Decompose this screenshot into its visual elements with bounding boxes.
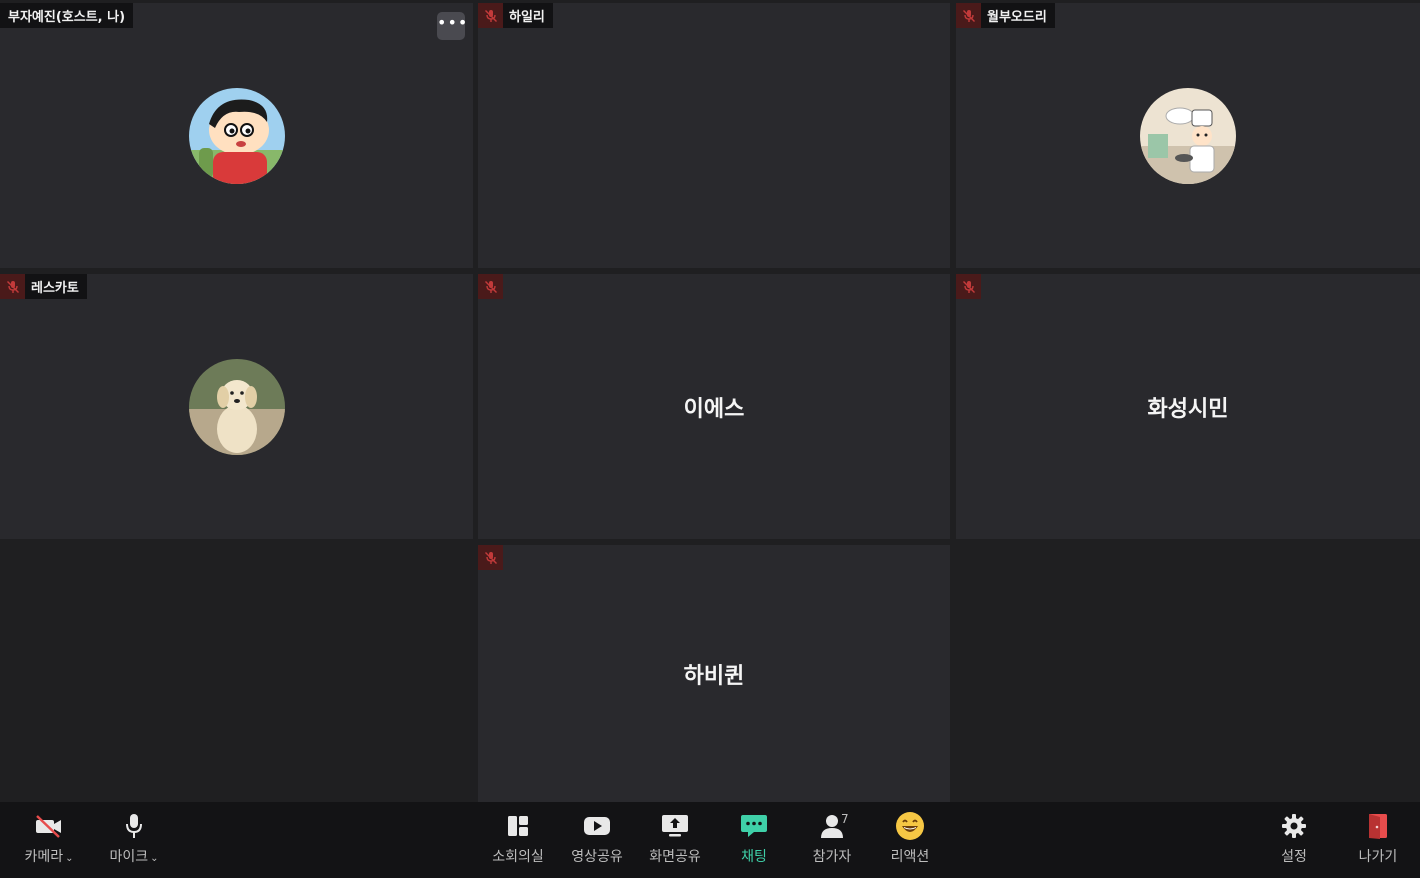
video-grid: 부자예진(호스트, 나) ••• 하일리 월부오드리 레스카토 이에스 화성시민…: [0, 0, 1420, 802]
participant-tile-host[interactable]: 부자예진(호스트, 나) •••: [0, 3, 473, 268]
screen-share-button[interactable]: 화면공유: [636, 810, 714, 866]
reaction-button[interactable]: 리액션: [871, 810, 949, 866]
exit-door-icon: [1339, 810, 1417, 842]
chevron-down-icon[interactable]: ⌄: [150, 853, 158, 864]
participant-count: 7: [841, 812, 849, 826]
reaction-label: 리액션: [890, 849, 930, 865]
participant-name: 부자예진(호스트, 나): [8, 10, 126, 25]
participant-name: 화성시민: [1147, 396, 1229, 422]
mic-button[interactable]: 마이크 ⌄: [95, 810, 173, 866]
camera-button[interactable]: 카메라 ⌄: [10, 810, 88, 866]
chat-button[interactable]: 채팅: [715, 810, 793, 866]
participant-name: 이에스: [683, 396, 745, 422]
participants-button[interactable]: 7 참가자: [793, 810, 871, 866]
avatar: [188, 87, 285, 184]
participant-tile-wolbu[interactable]: 월부오드리: [956, 3, 1420, 268]
participant-tile-ies[interactable]: 이에스: [478, 274, 950, 539]
screen-share-icon: [636, 810, 714, 842]
empty-tile: [956, 545, 1420, 802]
chevron-down-icon[interactable]: ⌄: [65, 853, 73, 864]
mic-muted-icon: [956, 3, 981, 28]
breakout-label: 소회의실: [492, 849, 544, 865]
avatar: [188, 358, 285, 455]
leave-button[interactable]: 나가기: [1339, 810, 1417, 866]
person-icon: [793, 810, 871, 842]
screen-share-label: 화면공유: [649, 849, 701, 865]
empty-tile: [0, 545, 473, 802]
mic-muted-icon: [956, 274, 981, 299]
participant-name: 레스카토: [31, 281, 79, 296]
name-label: 하일리: [478, 3, 553, 28]
name-label: 레스카토: [0, 274, 87, 299]
more-options-button[interactable]: •••: [437, 12, 467, 40]
mic-muted-icon: [478, 545, 503, 570]
camera-off-icon: [10, 810, 88, 842]
participant-name: 월부오드리: [987, 10, 1047, 25]
mic-muted-icon: [0, 274, 25, 299]
mic-muted-icon: [478, 274, 503, 299]
gear-icon: [1255, 810, 1333, 842]
breakout-room-button[interactable]: 소회의실: [479, 810, 557, 866]
participant-tile-haili[interactable]: 하일리: [478, 3, 950, 268]
chat-bubble-icon: [715, 810, 793, 842]
mic-muted-icon: [478, 3, 503, 28]
participants-label: 참가자: [812, 849, 852, 865]
settings-label: 설정: [1281, 849, 1307, 865]
camera-label: 카메라: [24, 849, 64, 865]
participant-name: 하비퀸: [683, 663, 745, 689]
participant-name: 하일리: [509, 10, 545, 25]
video-share-button[interactable]: 영상공유: [558, 810, 636, 866]
settings-button[interactable]: 설정: [1255, 810, 1333, 866]
meeting-toolbar: 카메라 ⌄ 마이크 ⌄ 소회의실 영상공유 화면공유 채팅 7 참가자 리액션 …: [0, 802, 1420, 878]
name-label: 부자예진(호스트, 나): [0, 3, 134, 28]
video-share-label: 영상공유: [571, 849, 623, 865]
play-video-icon: [558, 810, 636, 842]
microphone-icon: [95, 810, 173, 842]
participant-tile-lescato[interactable]: 레스카토: [0, 274, 473, 539]
avatar: [1140, 87, 1236, 184]
layout-grid-icon: [479, 810, 557, 842]
leave-label: 나가기: [1358, 849, 1398, 865]
name-label: 월부오드리: [956, 3, 1055, 28]
participant-tile-habiquin[interactable]: 하비퀸: [478, 545, 950, 802]
chat-label: 채팅: [741, 849, 767, 865]
mic-label: 마이크: [109, 849, 149, 865]
participant-tile-hwaseong[interactable]: 화성시민: [956, 274, 1420, 539]
smile-emoji-icon: [871, 810, 949, 842]
